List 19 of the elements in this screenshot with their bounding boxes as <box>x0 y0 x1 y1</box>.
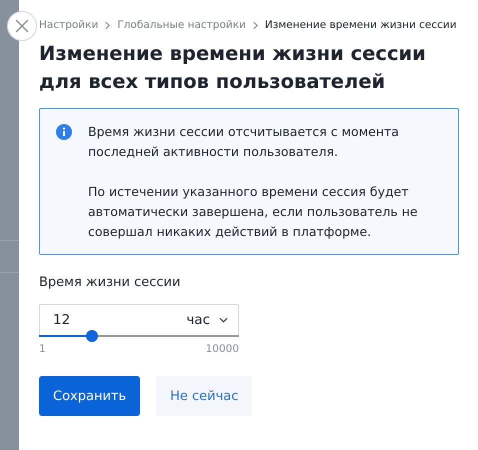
chevron-icon <box>105 20 110 30</box>
slider-thumb[interactable] <box>86 330 98 342</box>
breadcrumb-current: Изменение времени жизни сессии <box>264 19 457 31</box>
close-button[interactable] <box>7 11 37 41</box>
breadcrumb-link[interactable]: Глобальные настройки <box>117 19 246 31</box>
chevron-icon <box>252 20 258 30</box>
caret-icon <box>219 317 228 323</box>
save-button[interactable]: Сохранить <box>39 376 140 416</box>
breadcrumb-link[interactable]: Настройки <box>39 19 98 31</box>
info-text: По истечении указанного времени сессия будет автоматически завершена, если пользователь не совершал никаких действий в платформе. <box>88 183 419 241</box>
info-text: Время жизни сессии отсчитывается с момента последней активности пользователя. <box>88 123 400 161</box>
max-label: 10000 <box>206 343 239 355</box>
unit-dropdown[interactable]: час <box>186 312 228 328</box>
min-label: 1 <box>39 343 46 355</box>
cancel-button[interactable]: Не сейчас <box>156 376 252 416</box>
info-icon <box>56 124 72 140</box>
page-title: Изменение времени жизни сессии для всех типов пользователей <box>39 41 427 95</box>
field-label: Время жизни сессии <box>39 275 180 292</box>
close-icon <box>15 19 29 33</box>
